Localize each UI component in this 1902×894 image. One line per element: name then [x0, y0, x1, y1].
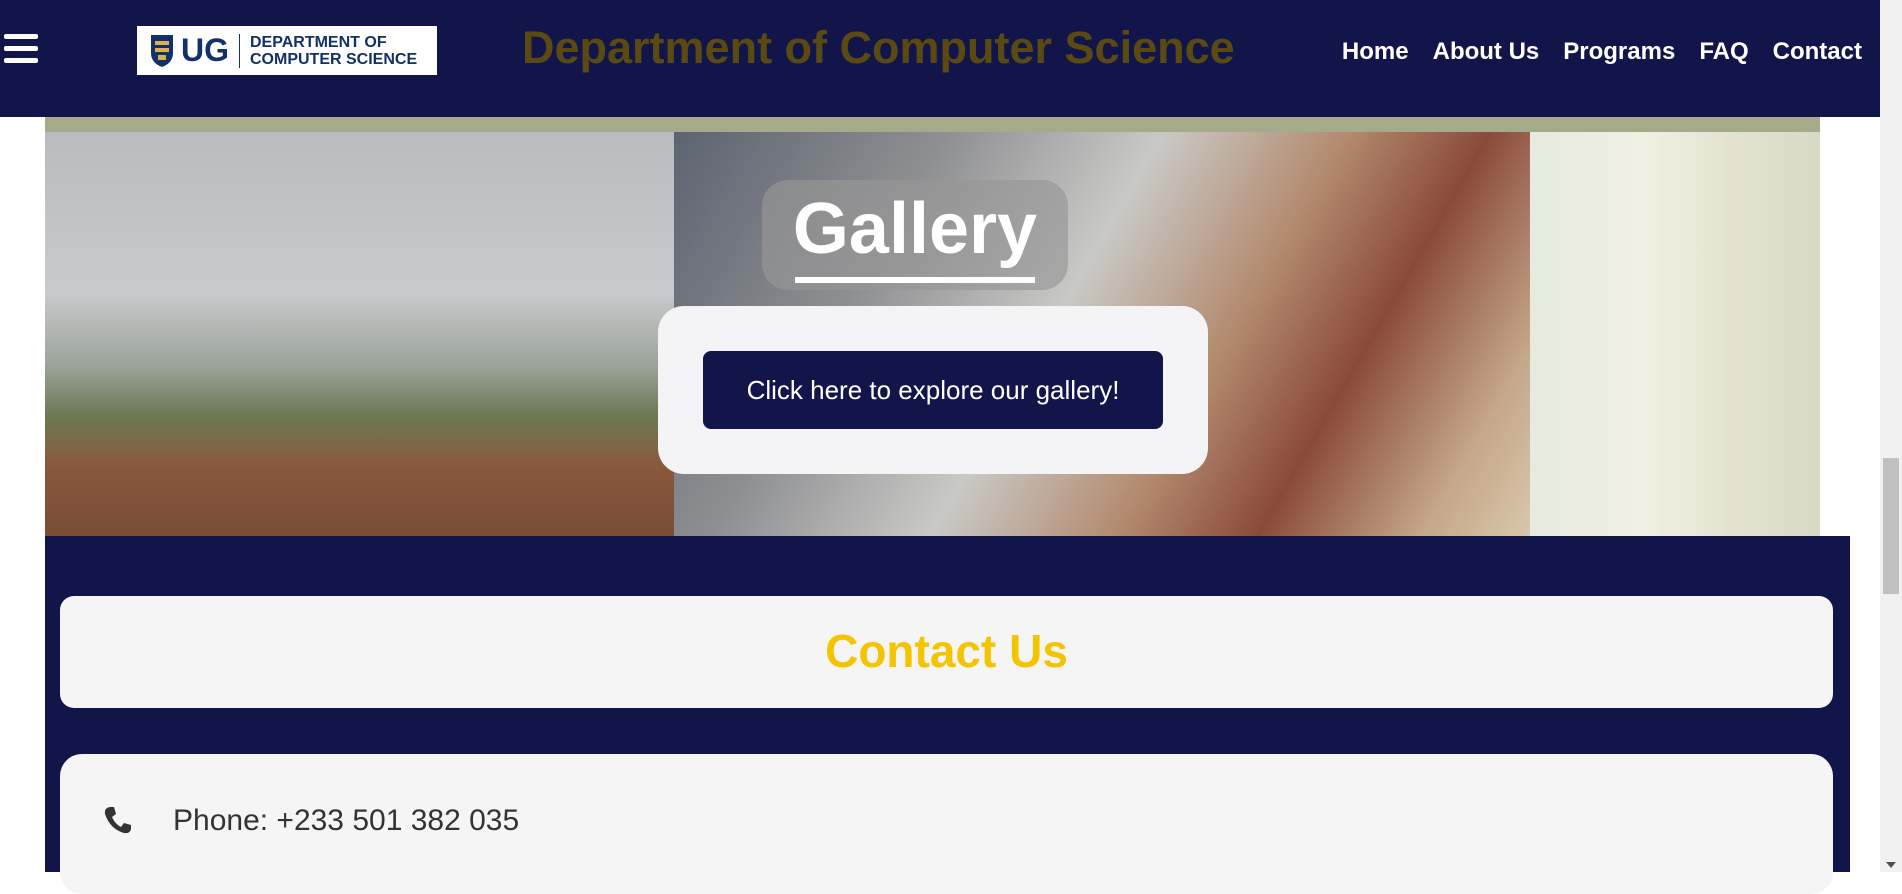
- logo-dept-line2: COMPUTER SCIENCE: [250, 50, 418, 68]
- campus-gate-photo: [45, 132, 674, 536]
- contact-info-card: Phone: +233 501 382 035: [60, 754, 1833, 894]
- phone-icon: [102, 804, 134, 836]
- hamburger-menu-icon[interactable]: [4, 34, 38, 64]
- nav-faq-link[interactable]: FAQ: [1699, 38, 1748, 66]
- nav-about-us-link[interactable]: About Us: [1433, 38, 1540, 66]
- contact-heading: Contact Us: [825, 625, 1068, 677]
- explore-gallery-card: Click here to explore our gallery!: [658, 306, 1208, 474]
- classroom-lecture-photo: [1530, 132, 1820, 536]
- nav-home-link[interactable]: Home: [1342, 38, 1409, 66]
- logo-abbr: UG: [181, 32, 229, 68]
- site-header: UG DEPARTMENT OF COMPUTER SCIENCE Depart…: [0, 0, 1880, 117]
- ug-crest-icon: [149, 33, 175, 69]
- site-title: Department of Computer Science: [522, 22, 1235, 73]
- nav-contact-link[interactable]: Contact: [1773, 38, 1862, 66]
- logo-dept-text: DEPARTMENT OF COMPUTER SCIENCE: [250, 34, 417, 68]
- ug-logo[interactable]: UG DEPARTMENT OF COMPUTER SCIENCE: [137, 26, 437, 75]
- gallery-title-underline: [795, 277, 1035, 283]
- gallery-title-box: Gallery: [762, 180, 1068, 290]
- nav-programs-link[interactable]: Programs: [1563, 38, 1675, 66]
- explore-gallery-button[interactable]: Click here to explore our gallery!: [703, 351, 1163, 429]
- scrollbar-thumb[interactable]: [1883, 458, 1899, 594]
- contact-section: Contact Us Phone: +233 501 382 035: [45, 536, 1850, 894]
- main-nav: Home About Us Programs FAQ Contact: [1342, 38, 1862, 66]
- gallery-title: Gallery: [792, 189, 1038, 269]
- page-scrollbar[interactable]: [1880, 0, 1902, 872]
- logo-divider: [239, 33, 240, 68]
- contact-heading-card: Contact Us: [60, 596, 1833, 708]
- phone-text[interactable]: Phone: +233 501 382 035: [173, 804, 519, 838]
- scroll-down-arrow-icon[interactable]: [1886, 862, 1896, 868]
- logo-dept-line1: DEPARTMENT OF: [250, 33, 387, 51]
- header-accent-band: [45, 117, 1820, 132]
